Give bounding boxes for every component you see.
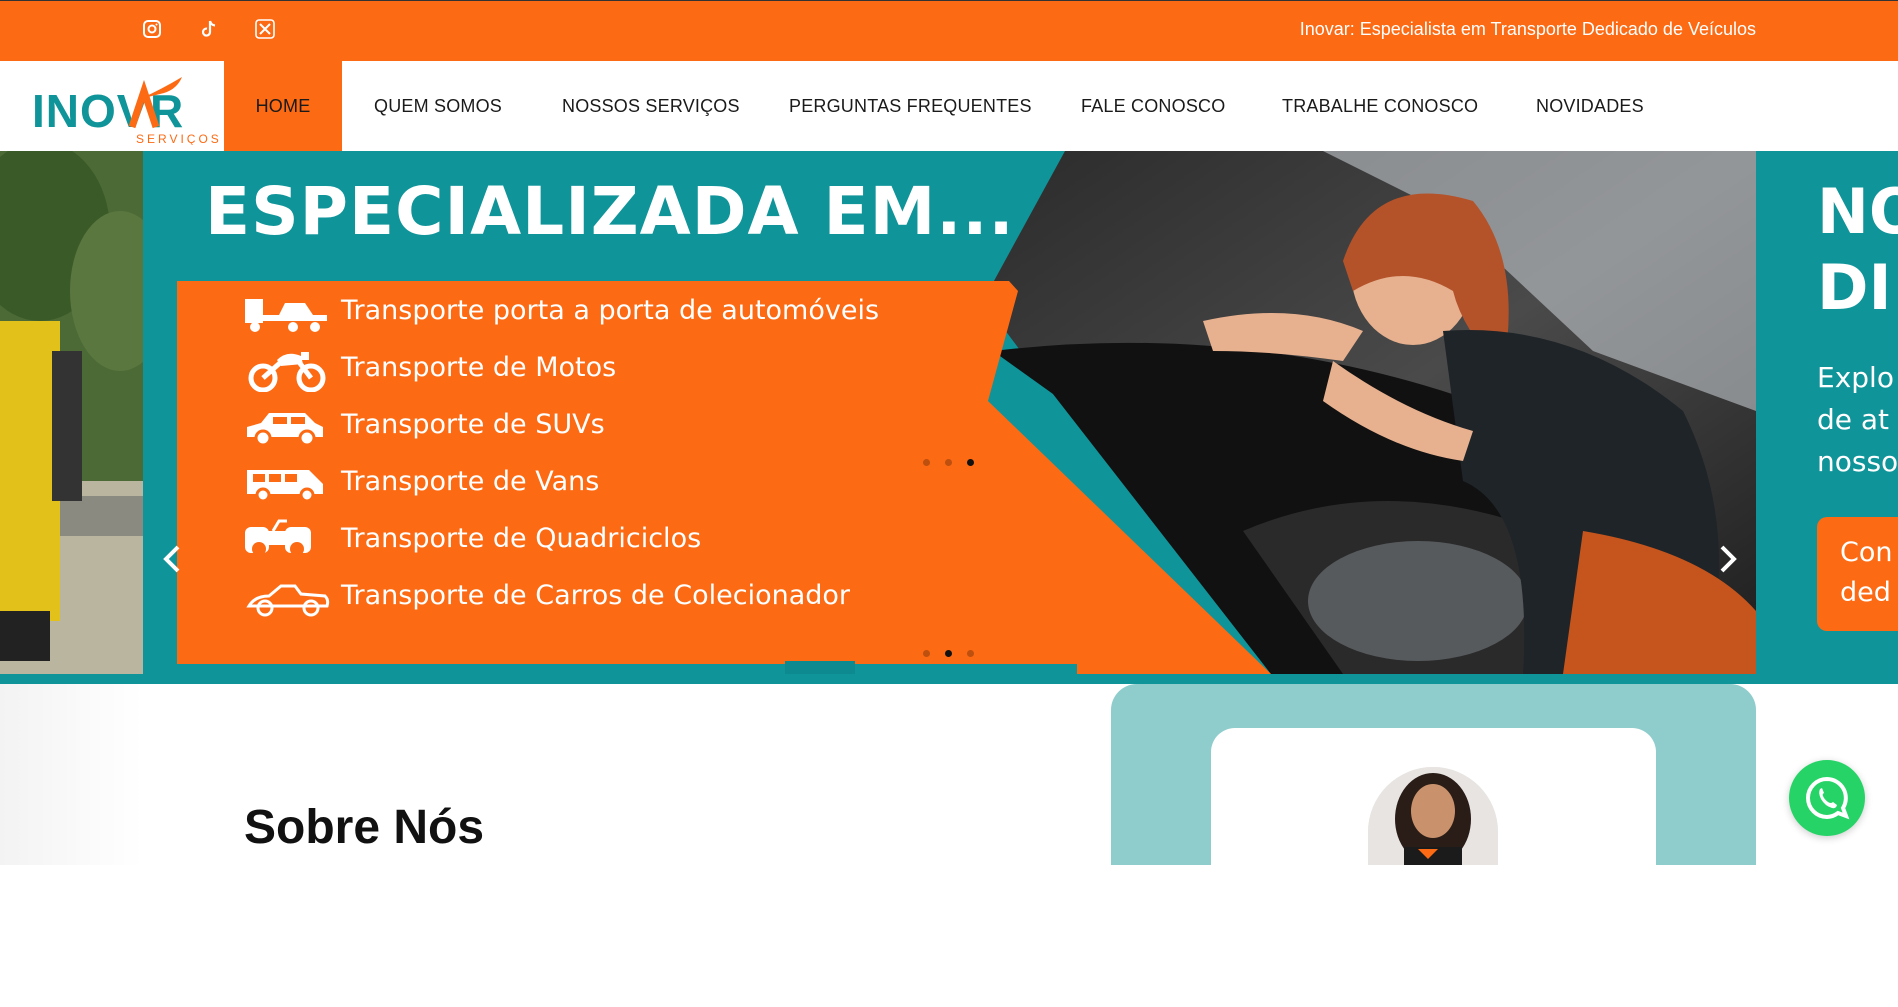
nav-trabalhe-conosco[interactable]: TRABALHE CONOSCO xyxy=(1282,61,1478,151)
service-item: Transporte de Quadriciclos xyxy=(243,519,943,563)
previous-slide-photo xyxy=(0,151,143,674)
next-slide-peek: NO DI Explo de at nosso Con ded xyxy=(1756,151,1898,674)
next-slide-button-label-1: Con xyxy=(1840,537,1893,568)
whatsapp-icon[interactable] xyxy=(1789,760,1865,836)
hero-slider: ESPECIALIZADA EM... Transporte porta a p… xyxy=(0,151,1898,684)
inner-slide-dot[interactable] xyxy=(923,459,930,466)
next-slide-text-2: de at xyxy=(1817,403,1890,436)
nav-home[interactable]: HOME xyxy=(224,61,342,151)
tiktok-icon[interactable] xyxy=(199,19,219,39)
nav-quem-somos[interactable]: QUEM SOMOS xyxy=(374,61,502,151)
top-bar: Inovar: Especialista em Transporte Dedic… xyxy=(0,0,1898,61)
page-fold-blank xyxy=(0,865,1898,1007)
service-label: Transporte de Carros de Colecionador xyxy=(341,580,851,611)
motorcycle-icon xyxy=(247,348,327,397)
slide-dot-active[interactable] xyxy=(945,650,952,657)
service-label: Transporte de SUVs xyxy=(341,409,605,440)
service-item: Transporte de Motos xyxy=(243,348,943,393)
nav-perguntas-frequentes[interactable]: PERGUNTAS FREQUENTES xyxy=(789,61,1032,151)
current-slide: ESPECIALIZADA EM... Transporte porta a p… xyxy=(143,151,1756,674)
suv-icon xyxy=(243,409,327,452)
nav-novidades[interactable]: NOVIDADES xyxy=(1536,61,1644,151)
svg-text:SERVIÇOS: SERVIÇOS xyxy=(136,132,222,145)
next-slide-text-3: nosso xyxy=(1817,445,1898,478)
next-slide-button-label-2: ded xyxy=(1840,577,1891,608)
service-item: Transporte de SUVs xyxy=(243,405,943,449)
service-label: Transporte de Motos xyxy=(341,352,617,383)
inovar-logo[interactable]: INOV R SERVIÇOS xyxy=(32,69,222,146)
svg-text:INOV: INOV xyxy=(32,85,148,137)
slider-progress-tab xyxy=(785,661,855,674)
tow-truck-icon xyxy=(243,293,329,338)
x-icon[interactable] xyxy=(255,19,275,39)
van-icon xyxy=(243,464,327,509)
slide-dot[interactable] xyxy=(923,650,930,657)
service-item: Transporte de Vans xyxy=(243,462,943,506)
service-label: Transporte porta a porta de automóveis xyxy=(341,295,880,326)
nav-nossos-servicos[interactable]: NOSSOS SERVIÇOS xyxy=(562,61,740,151)
classic-car-icon xyxy=(245,580,331,623)
service-item: Transporte de Carros de Colecionador xyxy=(243,576,943,620)
about-title: Sobre Nós xyxy=(244,801,485,854)
service-item: Transporte porta a porta de automóveis xyxy=(243,291,943,335)
service-label: Transporte de Vans xyxy=(341,466,600,497)
inner-slide-dot[interactable] xyxy=(945,459,952,466)
next-slide-heading-1: NO xyxy=(1817,175,1898,248)
about-left-shadow xyxy=(0,684,143,865)
instagram-icon[interactable] xyxy=(142,19,162,39)
next-slide-button[interactable]: Con ded xyxy=(1817,517,1898,631)
hero-heading: ESPECIALIZADA EM... xyxy=(205,173,1015,250)
header-tagline: Inovar: Especialista em Transporte Dedic… xyxy=(1299,19,1756,39)
slide-dot[interactable] xyxy=(967,650,974,657)
next-slide-text-1: Explo xyxy=(1817,361,1894,394)
next-slide-heading-2: DI xyxy=(1817,251,1892,324)
prev-slide-arrow[interactable] xyxy=(160,541,184,577)
main-navbar: INOV R SERVIÇOS HOME QUEM SOMOS NOSSOS S… xyxy=(0,61,1898,151)
inner-slide-dot-active[interactable] xyxy=(967,459,974,466)
service-label: Transporte de Quadriciclos xyxy=(341,523,702,554)
next-slide-arrow[interactable] xyxy=(1716,541,1740,577)
quad-icon xyxy=(243,519,315,570)
nav-fale-conosco[interactable]: FALE CONOSCO xyxy=(1081,61,1225,151)
